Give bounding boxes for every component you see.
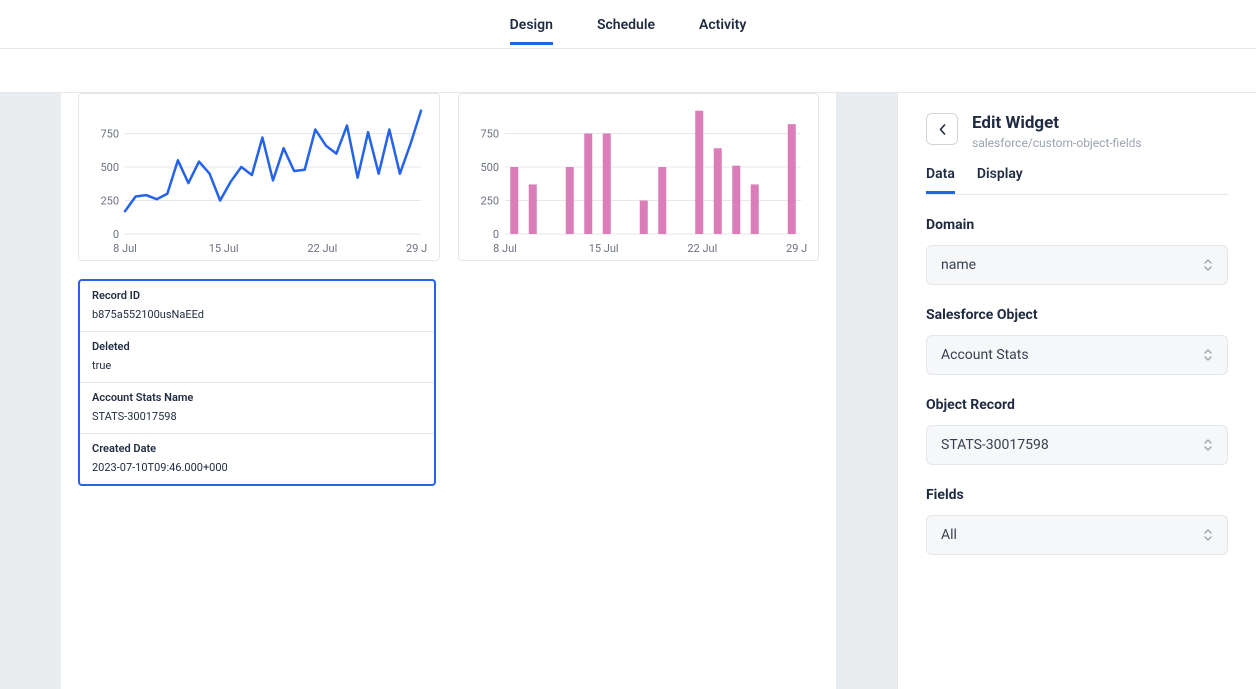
sidebar-subtitle: salesforce/custom-object-fields (972, 136, 1142, 150)
fields-label: Fields (926, 487, 1228, 503)
line-chart: 0 250 500 750 8 Jul 15 Jul 22 Jul 29 Jul (87, 98, 427, 254)
toolbar-spacer (0, 49, 1256, 93)
svg-text:22 Jul: 22 Jul (687, 242, 717, 254)
record-label: Account Stats Name (92, 391, 422, 404)
record-label: Deleted (92, 340, 422, 353)
tab-design[interactable]: Design (510, 3, 553, 45)
sidebar-tabs: Data Display (926, 166, 1228, 195)
record-row: Deleted true (80, 332, 434, 383)
chevron-left-icon (939, 120, 946, 139)
bar-chart: 0 250 500 750 8 Jul 15 Jul 22 Jul 29 Jul (467, 98, 807, 254)
salesforce-object-select[interactable]: Account Stats (926, 335, 1228, 375)
svg-text:8 Jul: 8 Jul (113, 242, 137, 254)
svg-text:750: 750 (480, 128, 499, 141)
svg-text:15 Jul: 15 Jul (588, 242, 618, 254)
salesforce-object-value: Account Stats (941, 347, 1029, 363)
domain-label: Domain (926, 217, 1228, 233)
object-record-value: STATS-30017598 (941, 437, 1049, 453)
record-card[interactable]: Record ID b875a552100usNaEEd Deleted tru… (78, 279, 436, 486)
record-value: 2023-07-10T09:46.000+000 (92, 461, 422, 474)
svg-text:500: 500 (480, 161, 499, 174)
record-value: true (92, 359, 422, 372)
record-label: Created Date (92, 442, 422, 455)
fields-value: All (941, 527, 957, 543)
tab-activity[interactable]: Activity (699, 3, 746, 45)
domain-select-value: name (941, 257, 976, 273)
record-value: b875a552100usNaEEd (92, 308, 422, 321)
salesforce-object-label: Salesforce Object (926, 307, 1228, 323)
domain-select[interactable]: name (926, 245, 1228, 285)
svg-text:29 Jul: 29 Jul (406, 242, 427, 254)
record-value: STATS-30017598 (92, 410, 422, 423)
svg-text:250: 250 (100, 195, 119, 208)
fields-select[interactable]: All (926, 515, 1228, 555)
sidebar-title: Edit Widget (972, 113, 1142, 133)
updown-caret-icon (1203, 258, 1213, 272)
record-label: Record ID (92, 289, 422, 302)
line-chart-widget[interactable]: 0 250 500 750 8 Jul 15 Jul 22 Jul 29 Jul (78, 93, 440, 261)
back-button[interactable] (926, 113, 958, 145)
svg-text:15 Jul: 15 Jul (209, 242, 239, 254)
sidebar-tab-display[interactable]: Display (977, 166, 1023, 194)
updown-caret-icon (1203, 438, 1213, 452)
tab-schedule[interactable]: Schedule (597, 3, 655, 45)
sidebar-panel: Edit Widget salesforce/custom-object-fie… (897, 93, 1256, 689)
record-row: Record ID b875a552100usNaEEd (80, 281, 434, 332)
top-nav: Design Schedule Activity (0, 0, 1256, 49)
svg-text:8 Jul: 8 Jul (493, 242, 517, 254)
svg-text:0: 0 (492, 228, 498, 241)
svg-text:500: 500 (100, 161, 119, 174)
svg-text:0: 0 (113, 228, 119, 241)
updown-caret-icon (1203, 348, 1213, 362)
updown-caret-icon (1203, 528, 1213, 542)
svg-text:22 Jul: 22 Jul (307, 242, 337, 254)
sidebar-tab-data[interactable]: Data (926, 166, 955, 194)
record-row: Created Date 2023-07-10T09:46.000+000 (80, 434, 434, 484)
svg-text:750: 750 (100, 128, 119, 141)
object-record-select[interactable]: STATS-30017598 (926, 425, 1228, 465)
bar-chart-widget[interactable]: 0 250 500 750 8 Jul 15 Jul 22 Jul 29 Jul (458, 93, 820, 261)
svg-text:29 Jul: 29 Jul (786, 242, 807, 254)
svg-text:250: 250 (480, 195, 499, 208)
canvas-area: 0 250 500 750 8 Jul 15 Jul 22 Jul 29 Jul 0 250 50… (0, 93, 897, 689)
object-record-label: Object Record (926, 397, 1228, 413)
record-row: Account Stats Name STATS-30017598 (80, 383, 434, 434)
